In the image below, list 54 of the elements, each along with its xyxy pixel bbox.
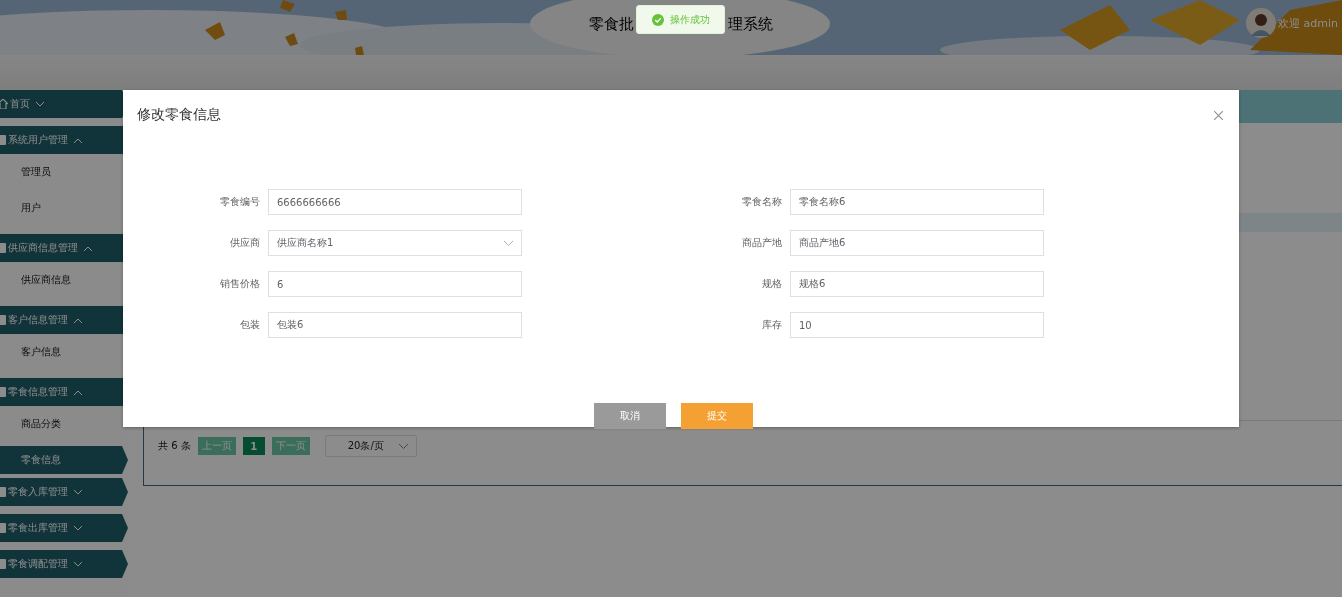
- field-label: 库存: [761, 318, 782, 332]
- chevron-icon: [398, 443, 408, 449]
- close-icon[interactable]: [1214, 110, 1223, 120]
- field-label: 零食名称: [741, 195, 782, 209]
- check-circle-icon: [651, 13, 664, 26]
- toast-message: 操作成功: [669, 12, 710, 27]
- chevron-icon: [84, 245, 92, 251]
- avatar-icon: [1246, 8, 1277, 38]
- app-title: 零食批: [589, 15, 634, 34]
- chevron-icon: [74, 525, 82, 531]
- field-label: 零食编号: [219, 195, 260, 209]
- input-field[interactable]: 6: [268, 271, 522, 297]
- sidebar-group[interactable]: 供应商信息管理: [0, 234, 123, 262]
- home-icon: [0, 99, 8, 109]
- group-label: 零食信息管理: [8, 385, 68, 399]
- dialog-title: 修改零食信息: [137, 106, 221, 124]
- welcome-text: 欢迎 admin: [1278, 15, 1338, 31]
- chevron-icon: [36, 101, 44, 107]
- field-label: 商品产地: [741, 236, 782, 250]
- group-label: 零食入库管理: [8, 485, 68, 499]
- chevron-icon: [74, 137, 82, 143]
- input-field[interactable]: 10: [790, 312, 1044, 338]
- sidebar-group[interactable]: 零食信息管理: [0, 378, 123, 406]
- chevron-icon: [74, 489, 82, 495]
- total-count: 共 6 条: [158, 439, 191, 453]
- group-label: 客户信息管理: [8, 313, 68, 327]
- sidebar-item[interactable]: 零食信息: [0, 446, 128, 474]
- page-size-select[interactable]: 20条/页: [324, 435, 417, 457]
- page-button[interactable]: 1: [242, 437, 265, 455]
- field-label: 销售价格: [219, 277, 260, 291]
- app-title: 理系统: [728, 15, 773, 34]
- input-field[interactable]: 零食名称6: [790, 189, 1044, 215]
- field-label: 供应商: [229, 236, 260, 250]
- chevron-icon: [74, 317, 82, 323]
- sidebar-group[interactable]: 客户信息管理: [0, 306, 123, 334]
- sidebar-group[interactable]: 零食出库管理: [0, 514, 128, 542]
- chevron-icon: [504, 240, 513, 246]
- input-field[interactable]: 包装6: [268, 312, 522, 338]
- input-field[interactable]: 规格6: [790, 271, 1044, 297]
- select-field[interactable]: 供应商名称1: [268, 230, 522, 256]
- chevron-icon: [74, 389, 82, 395]
- field-label: 规格: [761, 277, 782, 291]
- sidebar-group[interactable]: 系统用户管理: [0, 126, 123, 154]
- group-label: 首页: [10, 97, 30, 111]
- group-label: 零食调配管理: [8, 557, 68, 571]
- field-label: 包装: [239, 318, 260, 332]
- sidebar-group[interactable]: 零食调配管理: [0, 550, 128, 578]
- chevron-icon: [74, 561, 82, 567]
- input-field[interactable]: 商品产地6: [790, 230, 1044, 256]
- group-label: 零食出库管理: [8, 521, 68, 535]
- input-field[interactable]: 6666666666: [268, 189, 522, 215]
- group-label: 供应商信息管理: [8, 241, 78, 255]
- group-label: 系统用户管理: [8, 133, 68, 147]
- sidebar-group[interactable]: 零食入库管理: [0, 478, 128, 506]
